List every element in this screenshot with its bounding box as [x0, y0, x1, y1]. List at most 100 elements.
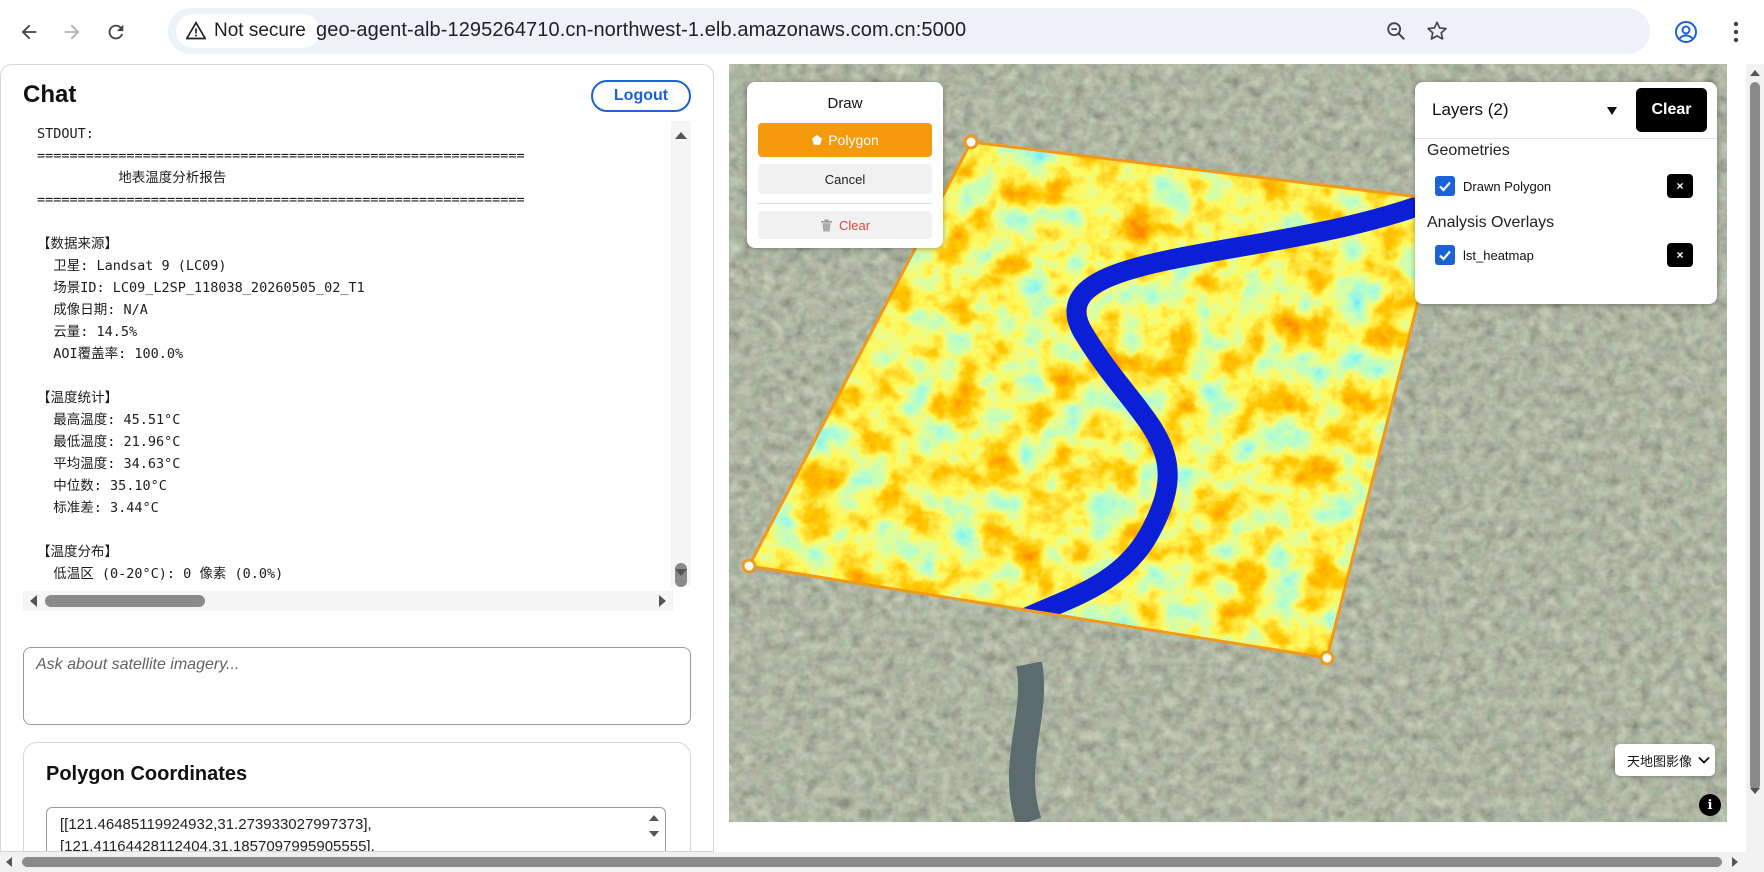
stdout-line: 卫星: Landsat 9 (LC09) — [37, 258, 227, 274]
stdout-line: 场景ID: LC09_L2SP_118038_20260505_02_T1 — [37, 280, 365, 296]
stdout-line: 中位数: 35.10°C — [37, 478, 167, 494]
stdout-line: 【温度分布】 — [37, 544, 118, 560]
scroll-up-arrow-icon — [675, 132, 687, 139]
clear-drawings-button[interactable]: Clear — [758, 211, 932, 239]
draw-panel: Draw Polygon Cancel Clear — [747, 82, 943, 248]
polygon-coordinates-card: Polygon Coordinates [[121.46485119924932… — [23, 742, 691, 851]
polygon-button-label: Polygon — [828, 132, 879, 148]
stdout-line — [37, 211, 525, 233]
star-icon — [1427, 21, 1447, 40]
chat-title: Chat — [23, 81, 77, 108]
scroll-down-arrow-icon — [675, 569, 687, 576]
browser-menu-button[interactable] — [1716, 12, 1756, 52]
analysis-overlays-section-title: Analysis Overlays — [1427, 214, 1555, 231]
stdout-line: 最高温度: 45.51°C — [37, 412, 181, 428]
lst-heatmap-layer-name: lst_heatmap — [1463, 248, 1534, 263]
stdout-line: 地表温度分析报告 — [37, 170, 227, 186]
lst-heatmap-checkbox[interactable] — [1435, 245, 1455, 265]
coordinates-text: [[121.46485119924932,31.273933027997373]… — [60, 814, 375, 851]
trash-icon — [820, 219, 832, 231]
warning-icon — [186, 21, 206, 40]
security-label: Not secure — [214, 20, 306, 41]
basemap-select[interactable]: 天地图影像 — [1615, 744, 1715, 776]
stdout-vertical-scrollbar[interactable] — [671, 121, 691, 587]
scroll-right-arrow-icon — [1732, 857, 1738, 867]
polygon-draw-button[interactable]: Polygon — [758, 123, 932, 157]
chat-input[interactable] — [23, 647, 691, 725]
profile-icon — [1675, 21, 1697, 43]
remove-drawn-polygon-button[interactable]: × — [1667, 174, 1693, 198]
stdout-text: STDOUT: =================================… — [37, 123, 525, 585]
page-vertical-scrollbar[interactable] — [1746, 64, 1764, 852]
address-bar[interactable]: Not secure geo-agent-alb-1295264710.cn-n… — [168, 8, 1650, 54]
scroll-left-arrow-icon — [30, 595, 37, 607]
stdout-line — [37, 519, 525, 541]
coordinates-textarea[interactable]: [[121.46485119924932,31.273933027997373]… — [46, 807, 666, 851]
stdout-line: STDOUT: — [37, 126, 94, 142]
layers-collapse-toggle[interactable] — [1603, 102, 1621, 120]
remove-lst-heatmap-button[interactable]: × — [1667, 243, 1693, 267]
kebab-menu-icon — [1733, 21, 1739, 43]
reload-button[interactable] — [96, 12, 136, 52]
caret-down-icon — [1607, 107, 1617, 115]
back-button[interactable] — [9, 12, 49, 52]
clear-layers-button[interactable]: Clear — [1636, 88, 1707, 132]
clear-button-label: Clear — [838, 217, 871, 233]
stdout-line — [37, 365, 525, 387]
polygon-vertex-handle[interactable] — [1319, 650, 1335, 666]
stdout-line: 云量: 14.5% — [37, 324, 138, 340]
forward-button[interactable] — [52, 12, 92, 52]
scroll-thumb[interactable] — [1750, 82, 1760, 790]
stdout-line: AOI覆盖率: 100.0% — [37, 346, 184, 362]
scroll-down-arrow-icon — [1750, 788, 1760, 794]
stdout-line: 标准差: 3.44°C — [37, 500, 159, 516]
scroll-right-arrow-icon — [659, 595, 666, 607]
map-info-button[interactable]: i — [1699, 794, 1721, 816]
drawn-polygon-checkbox[interactable] — [1435, 176, 1455, 196]
polygon-vertex-handle[interactable] — [963, 134, 979, 150]
stdout-line: 低温区 (0-20°C): 0 像素 (0.0%) — [37, 566, 284, 582]
zoom-button[interactable] — [1380, 15, 1412, 47]
river-outside — [1009, 661, 1045, 822]
checkmark-icon — [1439, 250, 1451, 261]
scroll-down-arrow-icon — [649, 831, 659, 837]
checkmark-icon — [1439, 181, 1451, 192]
polygon-vertex-handle[interactable] — [741, 558, 757, 574]
stdout-line: 平均温度: 34.63°C — [37, 456, 181, 472]
map-view[interactable]: Draw Polygon Cancel Clear Layers (2) Cle… — [729, 64, 1727, 822]
scroll-thumb[interactable] — [22, 857, 1722, 867]
forward-arrow-icon — [64, 24, 80, 40]
stdout-line: 最低温度: 21.96°C — [37, 434, 181, 450]
layers-panel: Layers (2) Clear Geometries Drawn Polygo… — [1415, 82, 1717, 304]
stdout-line: 【数据来源】 — [37, 236, 118, 252]
chat-panel: Chat Logout STDOUT: =====================… — [0, 64, 714, 852]
url-text[interactable]: geo-agent-alb-1295264710.cn-northwest-1.… — [316, 19, 966, 42]
stdout-line: 【温度统计】 — [37, 390, 118, 406]
zoom-icon — [1387, 22, 1405, 40]
geometries-section-title: Geometries — [1427, 142, 1510, 159]
reload-icon — [108, 24, 124, 40]
draw-panel-title: Draw — [827, 95, 863, 112]
layers-title: Layers (2) — [1432, 100, 1509, 119]
browser-toolbar: Not secure geo-agent-alb-1295264710.cn-n… — [0, 0, 1764, 64]
bookmark-button[interactable] — [1421, 15, 1453, 47]
layers-divider — [1415, 138, 1717, 139]
drawn-polygon-layer-name: Drawn Polygon — [1463, 179, 1552, 194]
stdout-line: ========================================… — [37, 148, 525, 164]
coordinates-line: [[121.46485119924932,31.273933027997373]… — [60, 816, 372, 833]
pentagon-icon — [812, 135, 823, 145]
logout-button[interactable]: Logout — [591, 80, 691, 112]
cancel-draw-button[interactable]: Cancel — [758, 164, 932, 194]
draw-divider — [758, 203, 932, 204]
back-arrow-icon — [21, 24, 37, 40]
profile-button[interactable] — [1666, 12, 1706, 52]
basemap-select-label: 天地图影像 — [1627, 753, 1693, 769]
stdout-horizontal-scrollbar[interactable] — [23, 591, 673, 611]
chevron-down-icon — [1698, 756, 1710, 764]
scroll-up-arrow-icon — [1750, 70, 1760, 76]
scroll-left-arrow-icon — [6, 857, 12, 867]
page-horizontal-scrollbar[interactable] — [0, 852, 1764, 872]
stdout-line: ========================================… — [37, 192, 525, 208]
security-indicator[interactable]: Not secure — [176, 14, 320, 48]
scroll-thumb[interactable] — [45, 595, 205, 607]
